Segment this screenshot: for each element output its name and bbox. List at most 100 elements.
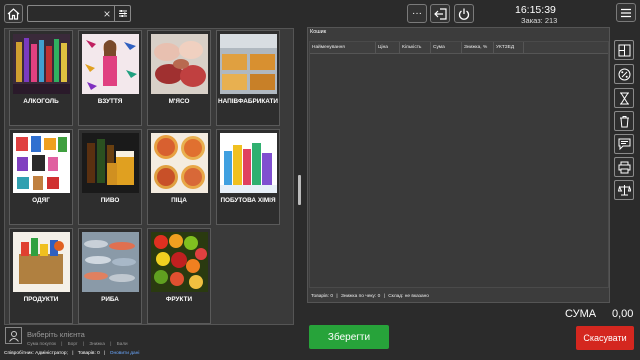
category-tile-beer[interactable]: ПИВО [78, 129, 142, 225]
category-tile-fruits[interactable]: ФРУКТИ [147, 228, 211, 324]
client-info-links: Сума покупок | Борг | Знижка | Бали [27, 341, 128, 346]
split-view-button[interactable] [614, 40, 634, 60]
column-header[interactable]: Кількість [400, 42, 431, 53]
search-input[interactable] [28, 9, 100, 18]
category-label: М'ЯСО [168, 98, 190, 105]
client-button[interactable] [5, 327, 22, 344]
goods-count-label: Товарів: [311, 294, 329, 299]
more-button[interactable]: ··· [407, 4, 427, 23]
separator: | [82, 341, 85, 346]
meat-image [151, 34, 208, 94]
receipt-discount-value: 0 [377, 294, 381, 299]
category-label: АЛКОГОЛЬ [23, 98, 59, 105]
category-label: РИБА [101, 296, 119, 303]
print-button[interactable] [614, 157, 634, 177]
cart-table-header: Найменування Ціна Кількість Сума Знижка,… [310, 42, 608, 54]
more-label: ··· [412, 7, 422, 19]
alcohol-image [13, 34, 70, 94]
save-button[interactable]: Зберегти [309, 325, 389, 349]
hourglass-icon [619, 92, 629, 104]
split-icon [618, 44, 630, 56]
status-goods-value: 0 [97, 351, 100, 356]
cart-table[interactable]: Найменування Ціна Кількість Сума Знижка,… [309, 41, 609, 288]
separator: | [61, 341, 63, 346]
category-label: ВЗУТТЯ [97, 98, 123, 105]
trash-icon [619, 115, 629, 127]
comment-button[interactable] [614, 134, 634, 154]
scales-button[interactable] [614, 180, 634, 200]
total-value: 0,00 [612, 308, 634, 320]
column-header[interactable]: Найменування [310, 42, 376, 53]
separator: | [336, 294, 338, 299]
clear-search-icon[interactable]: × [100, 7, 114, 21]
groceries-image [13, 232, 70, 292]
panel-scroll-handle[interactable] [298, 175, 301, 205]
receipt-discount-label: Знижка по чеку: [340, 294, 377, 299]
client-debt-link[interactable]: Борг [68, 341, 78, 346]
shoes-image [82, 34, 139, 94]
semi-finished-image [220, 34, 277, 94]
category-label: ПРОДУКТИ [23, 296, 59, 303]
menu-button[interactable] [616, 3, 636, 22]
fish-image [82, 232, 139, 292]
goods-count-value: 0 [330, 294, 334, 299]
category-label: ПОБУТОВА ХІМІЯ [220, 197, 276, 204]
column-header[interactable]: Знижка, % [462, 42, 494, 53]
column-header[interactable]: Сума [431, 42, 462, 53]
client-purchases-link[interactable]: Сума покупок [27, 341, 56, 346]
hourglass-button[interactable] [614, 88, 634, 108]
category-tile-groceries[interactable]: ПРОДУКТИ [9, 228, 73, 324]
search-box: × [27, 5, 131, 22]
warehouse-value: не вказано [404, 294, 429, 299]
category-tile-fish[interactable]: РИБА [78, 228, 142, 324]
category-tile-shoes[interactable]: ВЗУТТЯ [78, 30, 142, 126]
clock: 16:15:39 [515, 4, 556, 16]
household-chemicals-image [220, 133, 277, 193]
home-button[interactable] [4, 4, 23, 23]
menu-icon [621, 8, 631, 17]
scales-icon [617, 184, 631, 195]
filter-button[interactable] [114, 6, 130, 21]
refresh-data-link[interactable]: Оновити дані [110, 351, 140, 356]
pizza-image [151, 133, 208, 193]
cart-footer: Товарів: 0 | Знижка по чеку: 0 | Склад: … [311, 294, 429, 299]
client-discount-link[interactable]: Знижка [89, 341, 105, 346]
category-tile-meat[interactable]: М'ЯСО [147, 30, 211, 126]
client-points-link[interactable]: Бали [117, 341, 128, 346]
fruits-image [151, 232, 208, 292]
separator: | [383, 294, 385, 299]
exit-button[interactable] [430, 4, 450, 23]
power-icon [458, 8, 470, 20]
exit-icon [433, 7, 447, 20]
category-tile-household-chemicals[interactable]: ПОБУТОВА ХІМІЯ [216, 129, 280, 225]
cart-panel: Кошик Найменування Ціна Кількість Сума З… [307, 27, 610, 303]
category-label: НАПІВФАБРИКАТИ [217, 98, 279, 105]
total-label: СУМА [565, 308, 597, 320]
percent-icon [618, 68, 630, 80]
cancel-button[interactable]: Скасувати [576, 326, 634, 350]
category-label: ФРУКТИ [165, 296, 193, 303]
order-number: Заказ: 213 [521, 16, 558, 25]
comment-icon [618, 138, 630, 150]
user-icon [8, 330, 19, 342]
column-header[interactable]: Ціна [376, 42, 400, 53]
employee-label: Співробітник: [4, 351, 34, 356]
discount-button[interactable] [614, 64, 634, 84]
delete-button[interactable] [614, 111, 634, 131]
category-label: ПІЦА [171, 197, 187, 204]
filter-icon [118, 10, 127, 17]
employee-value: Адміністратор; [35, 351, 68, 356]
beer-image [82, 133, 139, 193]
printer-icon [618, 161, 630, 173]
status-goods-label: Товарів: [77, 351, 96, 356]
separator: | [110, 341, 112, 346]
column-header[interactable]: УКТЗЕД [494, 42, 524, 53]
category-tile-alcohol[interactable]: АЛКОГОЛЬ [9, 30, 73, 126]
category-tile-clothes[interactable]: ОДЯГ [9, 129, 73, 225]
power-button[interactable] [454, 4, 474, 23]
home-icon [7, 7, 20, 20]
select-client-label[interactable]: Виберіть клієнта [27, 330, 85, 339]
category-tile-pizza[interactable]: ПІЦА [147, 129, 211, 225]
warehouse-label: Склад: [388, 294, 404, 299]
category-tile-semi-finished[interactable]: НАПІВФАБРИКАТИ [216, 30, 280, 126]
